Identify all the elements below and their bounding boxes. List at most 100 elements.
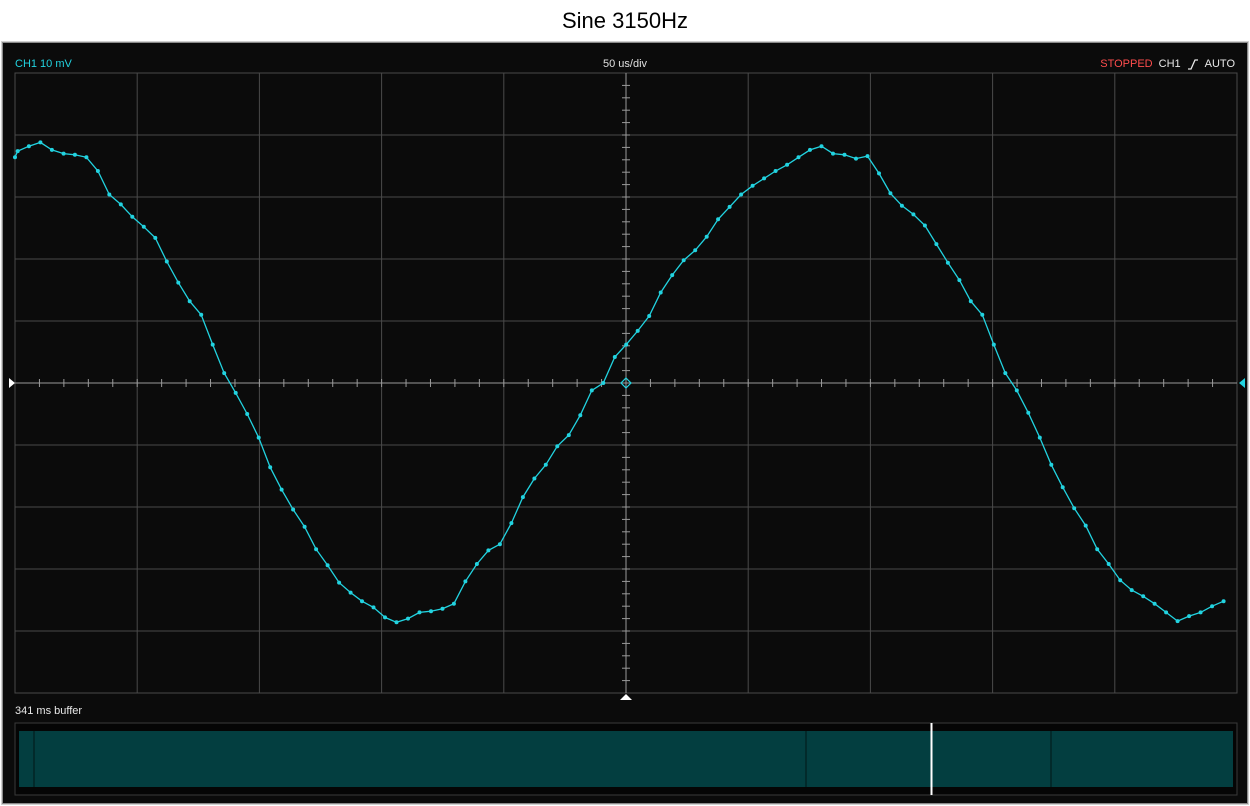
sample-point	[509, 521, 514, 526]
sample-point	[1026, 410, 1031, 415]
sample-point	[49, 147, 54, 152]
sample-point	[1003, 371, 1008, 376]
trigger-mode-label[interactable]: AUTO	[1205, 58, 1235, 70]
sample-point	[1014, 388, 1019, 393]
sample-point	[980, 312, 985, 317]
sample-point	[1221, 599, 1226, 604]
sample-point	[1152, 601, 1157, 606]
sample-point	[854, 156, 858, 161]
sample-point	[26, 144, 31, 149]
sample-point	[727, 204, 732, 209]
trigger-position-marker-icon	[620, 694, 632, 700]
sample-point	[808, 147, 812, 152]
sample-point	[624, 342, 629, 347]
sample-point	[164, 259, 169, 264]
trigger-channel-label[interactable]: CH1	[1159, 58, 1181, 70]
sample-point	[566, 433, 571, 438]
sample-point	[1198, 610, 1203, 615]
sample-point	[38, 140, 43, 145]
timebase-label[interactable]: 50 us/div	[3, 58, 1247, 70]
sample-point	[1049, 462, 1054, 467]
sample-point	[13, 155, 17, 160]
buffer-gap	[1050, 731, 1052, 787]
sample-point	[1060, 485, 1065, 490]
sample-point	[95, 169, 100, 173]
sample-point	[233, 390, 238, 395]
sample-point	[658, 290, 663, 295]
sample-point	[210, 342, 215, 347]
sample-point	[612, 355, 617, 359]
buffer-gap	[33, 731, 35, 787]
sample-point	[899, 203, 904, 208]
sample-point	[118, 202, 123, 207]
sample-point	[1210, 604, 1215, 609]
sample-point	[762, 176, 767, 181]
sample-point	[670, 273, 675, 278]
sample-point	[199, 312, 204, 317]
sample-point	[1141, 594, 1146, 599]
sample-point	[934, 242, 939, 247]
sample-point	[991, 342, 996, 347]
sample-point	[314, 547, 319, 552]
buffer-gap	[805, 731, 807, 787]
sample-point	[474, 562, 479, 566]
sample-point	[819, 144, 824, 149]
sample-point	[785, 162, 790, 167]
graticule	[14, 72, 1238, 694]
sample-point	[957, 278, 962, 283]
sample-point	[1118, 578, 1123, 583]
buffer-overview[interactable]	[14, 722, 1238, 796]
rising-edge-icon[interactable]	[1187, 58, 1199, 70]
sample-point	[532, 476, 537, 481]
sample-point	[945, 260, 950, 265]
trigger-level-marker-icon	[1239, 378, 1245, 388]
sample-point	[888, 191, 893, 196]
sample-point	[1164, 610, 1169, 615]
sample-point	[371, 605, 376, 610]
sample-point	[773, 169, 778, 173]
sample-point	[968, 299, 973, 304]
run-state-badge[interactable]: STOPPED	[1100, 58, 1152, 70]
sample-point	[1187, 614, 1192, 619]
sample-point	[107, 192, 112, 197]
sample-point	[1129, 588, 1134, 593]
sample-point	[842, 152, 847, 157]
sample-point	[1175, 619, 1180, 624]
sample-point	[406, 616, 410, 621]
ground-level-marker-icon	[9, 378, 15, 388]
sample-point	[302, 524, 307, 529]
sample-point	[279, 487, 284, 492]
sample-point	[61, 151, 66, 156]
sample-point	[348, 590, 353, 595]
sample-point	[911, 212, 916, 217]
sample-point	[245, 412, 250, 416]
sample-point	[865, 154, 870, 159]
sample-point	[796, 155, 801, 160]
sample-point	[268, 465, 273, 470]
sample-point	[337, 580, 342, 585]
sample-point	[497, 542, 502, 547]
sample-point	[877, 171, 881, 176]
status-group: STOPPED CH1 AUTO	[1100, 58, 1235, 70]
sample-point	[716, 217, 721, 222]
sample-point	[1095, 547, 1100, 552]
window-title: Sine 3150Hz	[562, 8, 688, 33]
sample-point	[922, 223, 927, 228]
sample-point	[176, 280, 181, 285]
sample-point	[222, 371, 227, 376]
sample-point	[1037, 435, 1042, 440]
sample-point	[601, 381, 606, 385]
sample-point	[141, 224, 146, 229]
sample-point	[72, 152, 77, 157]
sample-point	[831, 151, 835, 156]
sample-point	[84, 155, 89, 160]
sample-point	[635, 328, 640, 333]
sample-point	[383, 615, 387, 620]
sample-point	[704, 234, 709, 239]
sample-point	[440, 606, 445, 611]
sample-point	[360, 599, 364, 604]
scope-display[interactable]	[3, 43, 1247, 803]
sample-point	[463, 579, 468, 584]
sample-point	[750, 183, 755, 188]
buffer-label: 341 ms buffer	[15, 705, 83, 717]
